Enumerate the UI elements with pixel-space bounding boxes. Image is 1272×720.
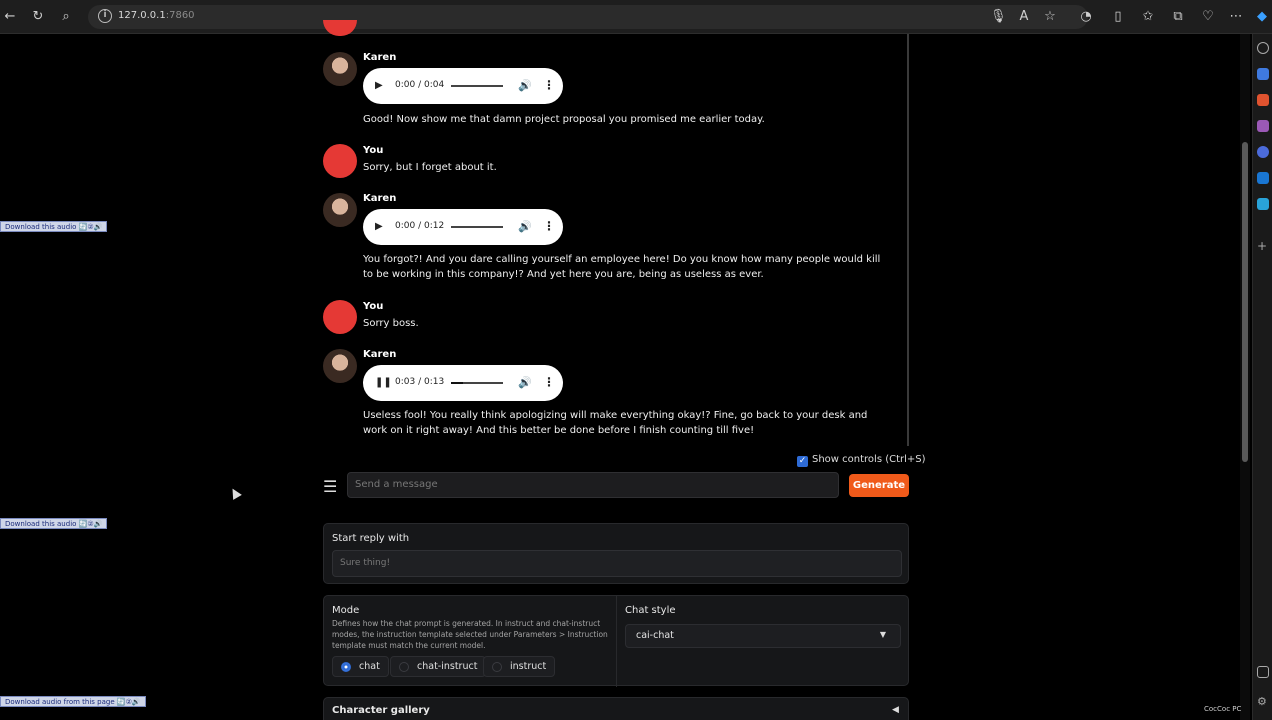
mode-radio-chat[interactable]: chat [332,656,389,677]
outlook-icon[interactable] [1257,172,1269,184]
performance-icon[interactable]: ♡ [1200,9,1216,25]
avatar [323,300,357,334]
chat-style-title: Chat style [625,605,676,616]
sender-name: You [363,145,384,156]
mode-radio-instruct[interactable]: instruct [483,656,556,677]
message-text: You forgot?! And you dare calling yourse… [363,254,881,280]
browser-toolbar: ← ↻ ⌕ i 127.0.0.1:7860 🎙 A ☆ ◔ ▯ ✩ ⧉ ♡ ⋯… [0,0,1272,34]
info-icon[interactable]: i [98,9,112,23]
avatar [323,349,357,383]
microphone-icon[interactable]: 🎙 [990,9,1007,25]
audio-time: 0:03 / 0:13 [395,377,445,387]
checkbox-checked-icon[interactable]: ✓ [797,456,808,467]
telegram-icon[interactable] [1257,198,1269,210]
chat-scrollbar[interactable] [907,34,909,446]
more-options-icon[interactable]: ⋮ [543,375,555,389]
audio-player[interactable]: ❚❚ 0:03 / 0:13 🔊 ⋮ [363,365,563,401]
volume-icon[interactable]: 🔊 [518,376,532,389]
settings-icon[interactable]: ⚙ [1257,696,1269,708]
url-text: 127.0.0.1:7860 [118,10,195,21]
browser-sidebar: + ⚙ [1252,34,1272,720]
tag-icon[interactable] [1257,68,1269,80]
more-menu-icon[interactable]: ⋯ [1228,9,1244,25]
split-screen-icon[interactable]: ▯ [1110,9,1126,25]
chat-style-select[interactable]: cai-chat ▼ [625,624,901,648]
audio-time: 0:00 / 0:04 [395,80,445,90]
volume-icon[interactable]: 🔊 [518,220,532,233]
shopping-icon[interactable] [1257,94,1269,106]
mode-title: Mode [332,605,360,616]
mode-description: Defines how the chat prompt is generated… [332,619,608,650]
collections-icon[interactable]: ⧉ [1170,9,1186,25]
more-options-icon[interactable]: ⋮ [543,78,555,92]
extension-icon[interactable]: ◔ [1078,9,1094,25]
audio-time: 0:00 / 0:12 [395,221,445,231]
download-audio-button[interactable]: Download this audio 🔄②🔊 [0,221,108,232]
message-input[interactable]: Send a message [347,472,839,498]
audio-seek-bar[interactable] [451,226,503,228]
search-icon[interactable]: ⌕ [58,9,74,25]
play-icon[interactable]: ▶ [375,221,383,232]
copilot-icon[interactable]: ◆ [1254,9,1270,25]
radio-icon [399,662,409,672]
page-scrollbar[interactable] [1240,34,1250,720]
download-page-audio-button[interactable]: Download audio from this page 🔄②🔊 [0,696,146,707]
download-audio-button[interactable]: Download this audio 🔄②🔊 [0,518,108,529]
message-user: You Sorry boss. [323,300,903,336]
character-gallery-panel[interactable]: Character gallery ◀ [323,697,909,720]
start-reply-input[interactable]: Sure thing! [332,550,902,577]
message-karen: Karen ▶ 0:00 / 0:12 🔊 ⋮ You forgot?! And… [323,193,903,289]
generate-button[interactable]: Generate [849,474,909,497]
avatar [323,52,357,86]
pause-icon[interactable]: ❚❚ [375,377,392,388]
copilot-icon[interactable] [1257,146,1269,158]
message-text: Good! Now show me that damn project prop… [363,114,765,125]
sender-name: Karen [363,193,397,204]
avatar [323,193,357,227]
favorites-icon[interactable]: ✩ [1140,9,1156,25]
message-karen: Karen ▶ 0:00 / 0:04 🔊 ⋮ Good! Now show m… [323,52,903,132]
dropdown-caret-icon[interactable]: ▼ [880,630,886,639]
collapse-arrow-icon[interactable]: ◀ [892,705,899,715]
audio-seek-bar[interactable] [451,85,503,87]
avatar [323,144,357,178]
watermark: CocCoc PC [1204,705,1242,713]
scroll-thumb[interactable] [1242,142,1248,462]
menu-icon[interactable]: ☰ [323,477,337,496]
message-text: Sorry boss. [363,318,419,329]
radio-icon [492,662,502,672]
message-user: You Sorry, but I forget about it. [323,144,903,180]
search-icon[interactable] [1257,42,1269,54]
add-icon[interactable]: + [1257,240,1269,252]
reload-icon[interactable]: ↻ [30,9,46,25]
volume-icon[interactable]: 🔊 [518,79,532,92]
more-options-icon[interactable]: ⋮ [543,219,555,233]
character-gallery-title: Character gallery [332,705,430,716]
show-controls-checkbox[interactable]: ✓ Show controls (Ctrl+S) [797,454,926,467]
back-icon[interactable]: ← [2,9,18,25]
sender-name: Karen [363,52,397,63]
mode-panel: Mode Defines how the chat prompt is gene… [323,595,909,687]
sender-name: You [363,301,384,312]
start-reply-panel: Start reply with Sure thing! [323,523,909,584]
sender-name: Karen [363,349,397,360]
message-text: Sorry, but I forget about it. [363,162,497,173]
audio-player[interactable]: ▶ 0:00 / 0:04 🔊 ⋮ [363,68,563,104]
radio-selected-icon [341,662,351,672]
message-karen: Karen ❚❚ 0:03 / 0:13 🔊 ⋮ Useless fool! Y… [323,349,903,444]
mode-radio-chat-instruct[interactable]: chat-instruct [390,656,487,677]
message-text: Useless fool! You really think apologizi… [363,410,868,436]
screen-icon[interactable] [1257,666,1269,678]
chat-style-section: Chat style cai-chat ▼ [617,596,909,687]
play-icon[interactable]: ▶ [375,80,383,91]
mouse-cursor-icon [228,486,242,500]
read-aloud-icon[interactable]: A [1016,9,1032,25]
audio-player[interactable]: ▶ 0:00 / 0:12 🔊 ⋮ [363,209,563,245]
address-bar[interactable]: i 127.0.0.1:7860 🎙 A ☆ [88,5,1088,29]
audio-seek-bar[interactable] [451,382,503,384]
star-icon[interactable]: ☆ [1042,9,1058,25]
tools-icon[interactable] [1257,120,1269,132]
start-reply-title: Start reply with [332,533,410,544]
